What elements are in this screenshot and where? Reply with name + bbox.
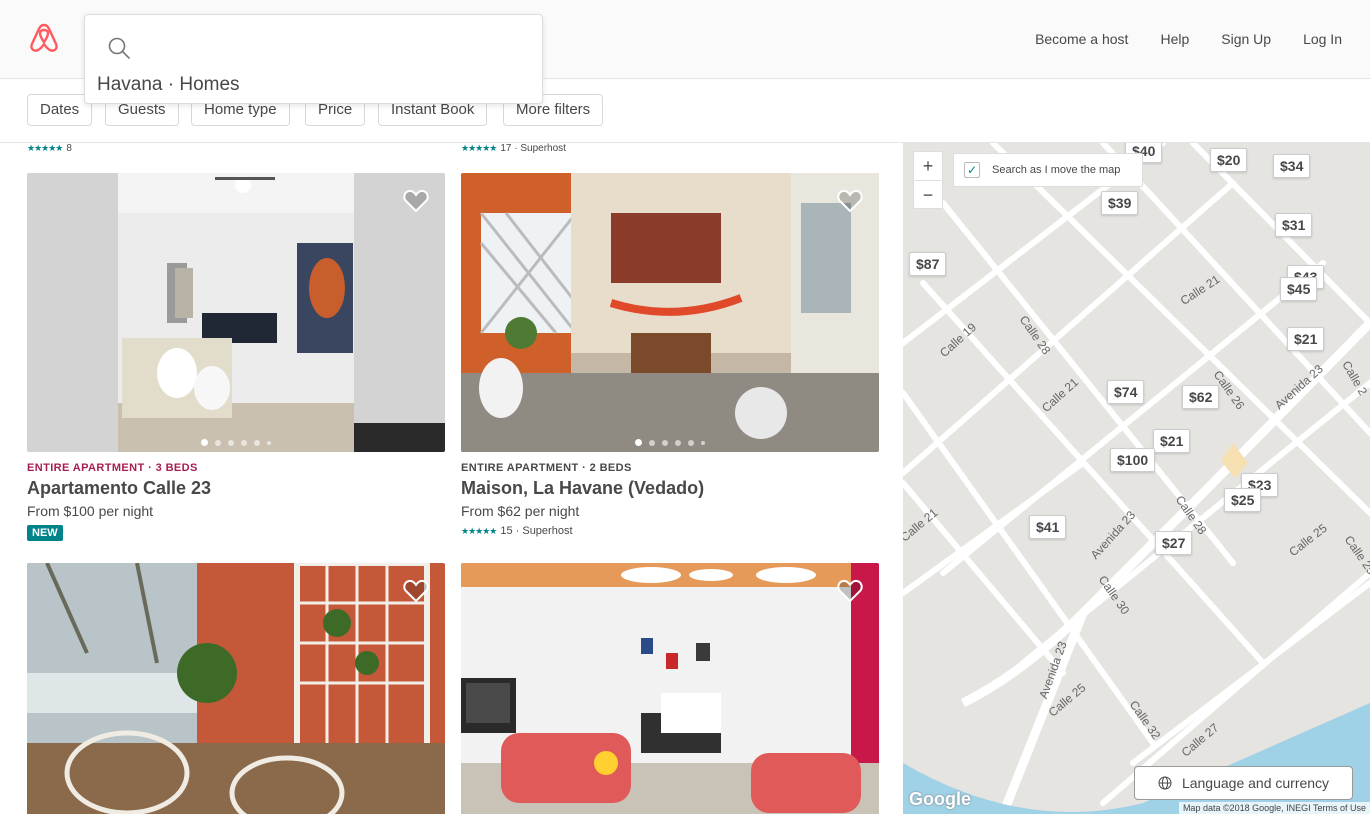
search-dropdown[interactable]: Havana · Homes [84,14,543,104]
price-pin[interactable]: $31 [1275,213,1313,237]
zoom-in-button[interactable]: + [914,152,942,180]
search-value[interactable]: Havana · Homes [97,74,240,96]
price-pin[interactable]: $87 [909,252,947,276]
log-in-link[interactable]: Log In [1303,31,1342,47]
listing-title[interactable]: Apartamento Calle 23 [27,478,445,499]
listing-title[interactable]: Maison, La Havane (Vedado) [461,478,879,499]
help-link[interactable]: Help [1160,31,1189,47]
sign-up-link[interactable]: Sign Up [1221,31,1271,47]
review-count: 8 [66,143,72,154]
apartment-photo-image [27,563,445,814]
apartment-photo-image [461,173,879,452]
photo-carousel-dots[interactable] [27,439,445,446]
price-pin[interactable]: $45 [1280,277,1318,301]
price-pin[interactable]: $62 [1182,385,1220,409]
price-pin[interactable]: $20 [1210,148,1248,172]
price-pin[interactable]: $27 [1155,531,1193,555]
map-attribution[interactable]: Map data ©2018 Google, INEGI Terms of Us… [1178,802,1370,814]
listing-card[interactable] [27,563,445,814]
listing-kind: ENTIRE APARTMENT · 3 BEDS [27,462,198,474]
rating-stars-icon: ★★★★★ [461,143,497,153]
listing-photo[interactable] [461,173,879,452]
rating-stars-icon: ★★★★★ [27,143,63,153]
listing-card[interactable]: ENTIRE APARTMENT · 3 BEDS Apartamento Ca… [27,173,445,541]
new-badge: NEW [27,525,63,541]
google-logo: Google [909,789,971,809]
price-pin[interactable]: $74 [1107,380,1145,404]
listing-price: From $62 per night [461,503,580,519]
apartment-photo-image [461,563,879,814]
map-zoom-control: + − [913,151,943,209]
become-host-link[interactable]: Become a host [1035,31,1128,47]
search-icon [108,37,130,59]
save-heart-icon[interactable] [837,189,863,213]
airbnb-logo-icon[interactable] [28,22,60,54]
photo-carousel-dots[interactable] [461,439,879,446]
check-icon[interactable]: ✓ [964,162,980,178]
review-meta: 15 · Superhost [500,525,573,537]
previous-row-rating-right: ★★★★★ 17 · Superhost [461,143,566,154]
zoom-out-button[interactable]: − [914,180,942,208]
listing-photo[interactable] [461,563,879,814]
listing-reviews: ★★★★★ 15 · Superhost [461,525,879,537]
listing-card[interactable]: ENTIRE APARTMENT · 2 BEDS Maison, La Hav… [461,173,879,537]
listing-photo[interactable] [27,563,445,814]
language-currency-button[interactable]: Language and currency [1134,766,1353,800]
listings-panel: ★★★★★ 8 ★★★★★ 17 · Superhost ENTIRE APAR… [0,143,903,814]
search-as-move-toggle[interactable]: ✓ Search as I move the map [953,153,1143,187]
header-nav: Become a host Help Sign Up Log In [1003,31,1342,47]
listing-photo[interactable] [27,173,445,452]
price-pin[interactable]: $100 [1110,448,1156,472]
dates-filter-button[interactable]: Dates [27,94,93,126]
save-heart-icon[interactable] [403,579,429,603]
globe-icon [1158,776,1172,790]
rating-stars-icon: ★★★★★ [461,525,497,536]
price-pin[interactable]: $41 [1029,515,1067,539]
listing-price: From $100 per night [27,503,154,519]
price-pin[interactable]: $34 [1273,154,1311,178]
search-as-move-label: Search as I move the map [992,164,1121,176]
previous-row-rating-left: ★★★★★ 8 [27,143,72,154]
price-pin[interactable]: $39 [1101,191,1139,215]
apartment-photo-image [27,173,445,452]
review-meta: 17 · Superhost [500,143,566,154]
listing-card[interactable] [461,563,879,814]
map-panel[interactable]: Calle 21 Calle 19 Calle 28 Calle 21 Call… [903,143,1370,814]
price-pin[interactable]: $21 [1153,429,1191,453]
price-pin[interactable]: $21 [1287,327,1325,351]
language-currency-label: Language and currency [1181,775,1330,791]
save-heart-icon[interactable] [837,579,863,603]
listing-kind: ENTIRE APARTMENT · 2 BEDS [461,462,632,474]
price-pin[interactable]: $25 [1224,488,1262,512]
save-heart-icon[interactable] [403,189,429,213]
